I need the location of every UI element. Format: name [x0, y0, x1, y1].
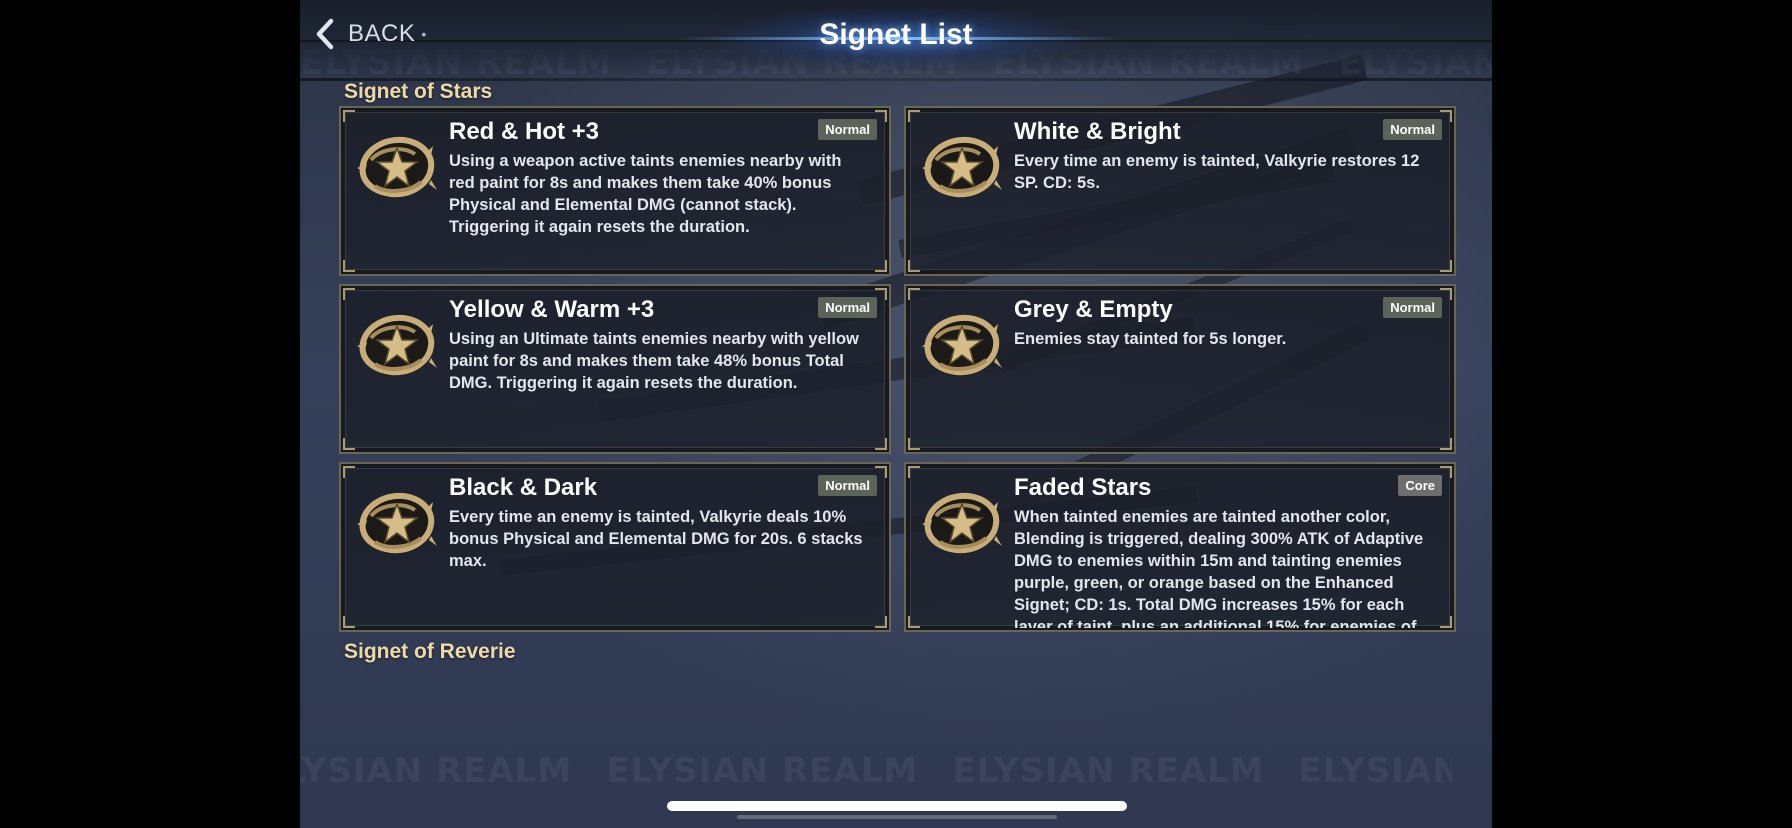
- signet-card-yellow-and-warm[interactable]: Yellow & Warm +3 Normal Using an Ultimat…: [339, 284, 891, 454]
- star-signet-emblem-icon: [916, 124, 1006, 204]
- back-dot: •: [421, 26, 427, 42]
- watermark-bottom: ELYSIAN REALMELYSIAN REALMELYSIAN REALME…: [300, 751, 1452, 791]
- signet-card-white-and-bright[interactable]: White & Bright Normal Every time an enem…: [904, 106, 1456, 276]
- chevron-left-icon: [316, 18, 334, 50]
- rarity-badge: Normal: [1383, 119, 1442, 140]
- star-signet-emblem-icon: [916, 480, 1006, 560]
- signet-name: Faded Stars: [1014, 474, 1152, 501]
- back-button[interactable]: BACK •: [314, 16, 426, 52]
- signet-description: Enemies stay tainted for 5s longer.: [1014, 330, 1287, 348]
- star-signet-emblem-icon: [351, 302, 441, 382]
- signet-name: Grey & Empty: [1014, 296, 1173, 323]
- signet-description: Using an Ultimate taints enemies nearby …: [449, 330, 859, 392]
- signet-card-red-and-hot[interactable]: Red & Hot +3 Normal Using a weapon activ…: [339, 106, 891, 276]
- section-title-signet-of-stars: Signet of Stars: [344, 80, 493, 103]
- rarity-badge: Normal: [818, 475, 877, 496]
- signet-card-faded-stars[interactable]: Faded Stars Core When tainted enemies ar…: [904, 462, 1456, 632]
- rarity-badge: Core: [1398, 475, 1442, 496]
- signet-name: Yellow & Warm +3: [449, 296, 655, 323]
- signet-description: Every time an enemy is tainted, Valkyrie…: [449, 508, 863, 570]
- signet-name: White & Bright: [1014, 118, 1181, 145]
- star-signet-emblem-icon: [351, 124, 441, 204]
- signet-list-screen: ELYSIAN REALMELYSIAN REALMELYSIAN REALME…: [300, 0, 1492, 828]
- rarity-badge: Normal: [818, 119, 877, 140]
- star-signet-emblem-icon: [351, 480, 441, 560]
- back-label: BACK: [348, 20, 416, 47]
- page-title: Signet List: [819, 18, 973, 51]
- rarity-badge: Normal: [818, 297, 877, 318]
- home-indicator-shadow: [737, 815, 1057, 819]
- signet-card-black-and-dark[interactable]: Black & Dark Normal Every time an enemy …: [339, 462, 891, 632]
- signet-name: Red & Hot +3: [449, 118, 600, 145]
- signet-description: When tainted enemies are tainted another…: [1014, 508, 1424, 628]
- signet-description: Every time an enemy is tainted, Valkyrie…: [1014, 152, 1420, 192]
- home-indicator[interactable]: [667, 801, 1127, 811]
- star-signet-emblem-icon: [916, 302, 1006, 382]
- signet-name: Black & Dark: [449, 474, 598, 501]
- signet-card-grey-and-empty[interactable]: Grey & Empty Normal Enemies stay tainted…: [904, 284, 1456, 454]
- rarity-badge: Normal: [1383, 297, 1442, 318]
- section-title-signet-of-reverie: Signet of Reverie: [344, 640, 516, 663]
- signet-description: Using a weapon active taints enemies nea…: [449, 152, 842, 236]
